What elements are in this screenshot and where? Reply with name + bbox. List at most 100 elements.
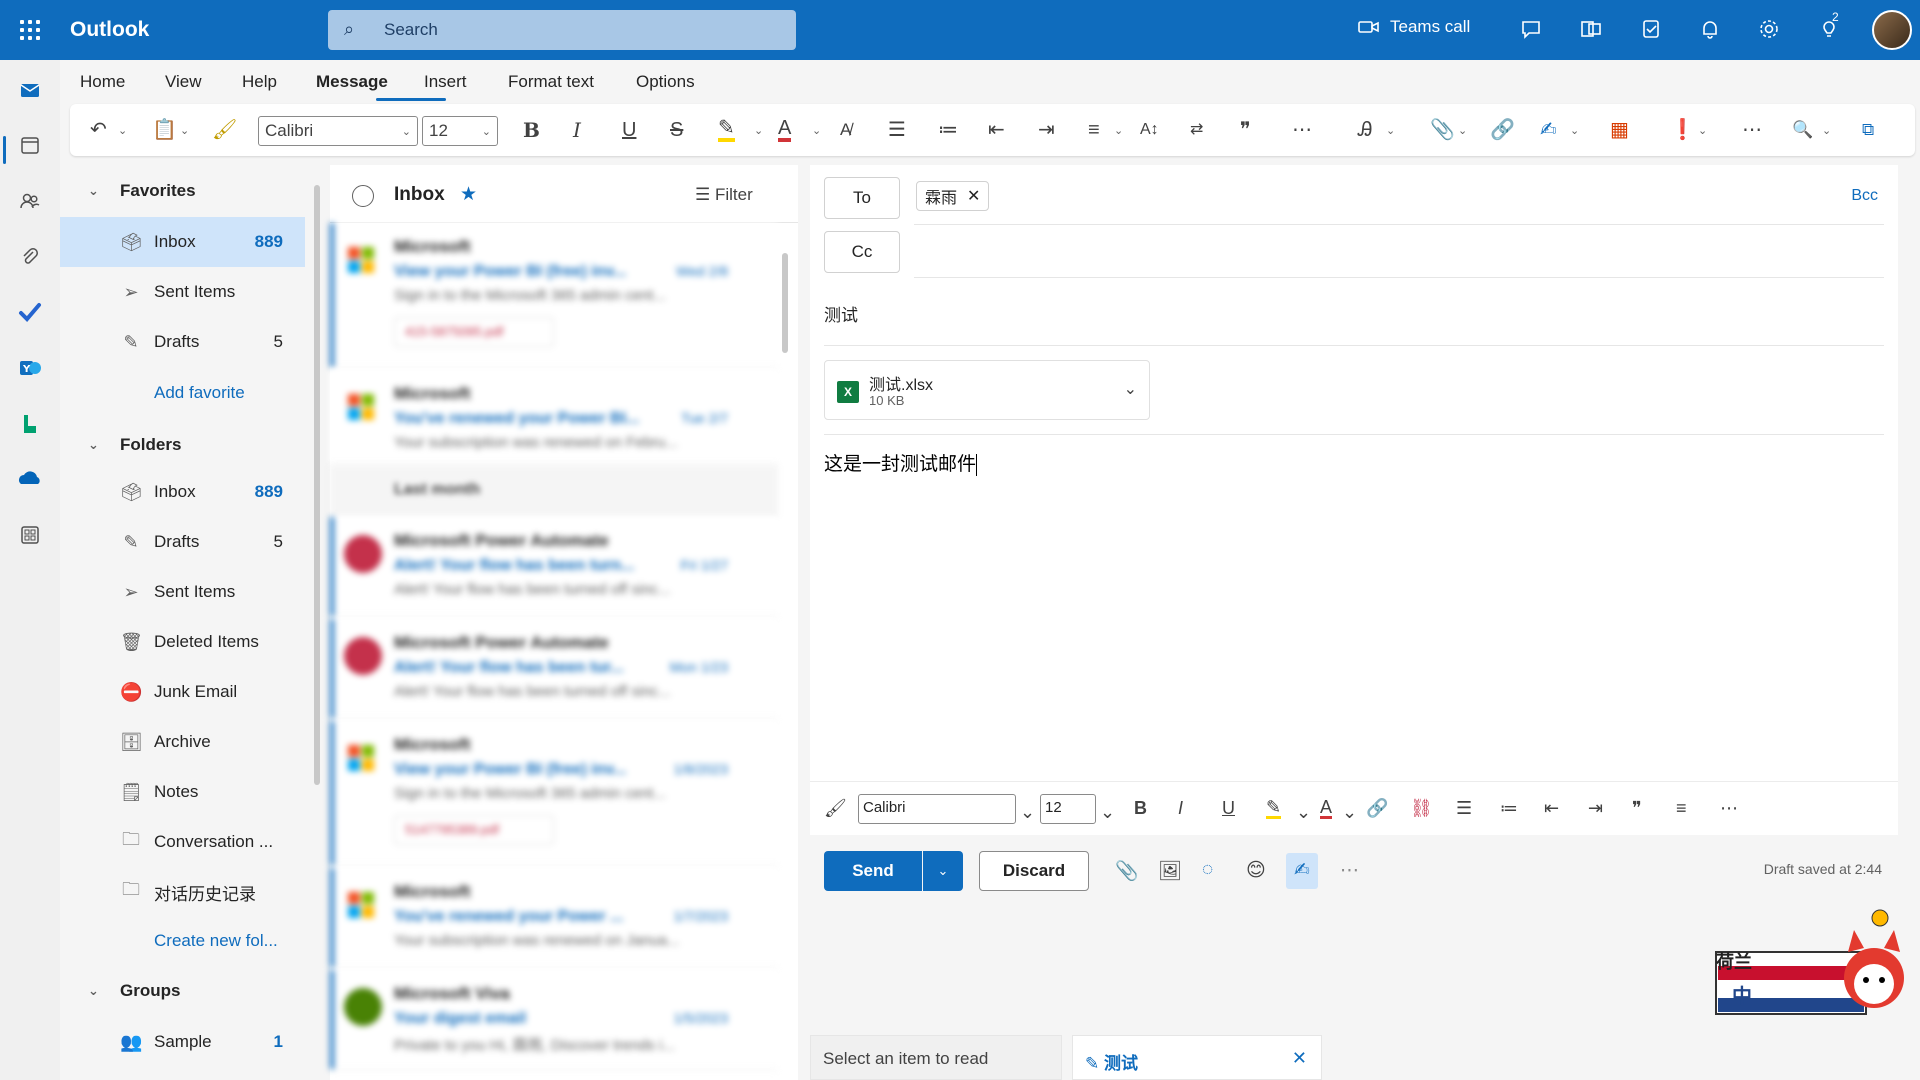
loop-component-icon[interactable]: ◌	[1202, 859, 1213, 881]
attach-dropdown-icon[interactable]: ⌄	[1458, 119, 1467, 143]
send-options-chevron-icon[interactable]: ⌄	[923, 851, 963, 891]
todo-check-icon[interactable]	[16, 300, 44, 328]
message-body[interactable]: 这是一封测试邮件	[824, 449, 978, 476]
chevron-down-icon[interactable]: ⌄	[1342, 802, 1357, 823]
yammer-icon[interactable]: Y	[16, 356, 44, 384]
remove-recipient-icon[interactable]: ✕	[967, 186, 980, 206]
folder-deleted-items[interactable]: 🗑 Deleted Items	[60, 617, 305, 667]
tab-insert[interactable]: Insert	[424, 72, 467, 92]
cc-button[interactable]: Cc	[824, 231, 900, 273]
select-all-checkbox[interactable]	[352, 185, 374, 207]
app-title[interactable]: Outlook	[70, 18, 149, 42]
more-formatting-icon[interactable]: ⋯	[1292, 118, 1312, 142]
favorite-drafts[interactable]: ✎ Drafts 5	[60, 317, 305, 367]
mascot-widget[interactable]: 荷兰 中	[1714, 908, 1910, 1028]
align-icon[interactable]: ≡	[1088, 118, 1100, 142]
paste-clipboard-icon[interactable]: 📋	[152, 118, 177, 142]
teams-call-button[interactable]: Teams call	[1358, 17, 1470, 37]
filter-button[interactable]: ☰ Filter	[695, 185, 753, 205]
favorites-header[interactable]: ⌄ Favorites	[60, 167, 305, 215]
onedrive-cloud-icon[interactable]	[16, 468, 44, 496]
favorite-sent-items[interactable]: ➢ Sent Items	[60, 267, 305, 317]
close-icon[interactable]: ✕	[1292, 1048, 1307, 1069]
rtl-text-icon[interactable]: ⇄	[1190, 118, 1203, 142]
favorite-inbox[interactable]: 🗳 Inbox 889	[60, 217, 305, 267]
quote-icon[interactable]: ❞	[1632, 798, 1642, 819]
calendar-icon[interactable]	[16, 134, 44, 162]
star-icon[interactable]: ★	[460, 183, 477, 206]
signature-icon[interactable]: ✍	[1540, 118, 1557, 142]
bell-icon[interactable]	[1697, 18, 1723, 44]
more-options-icon[interactable]: ⋯	[1742, 118, 1762, 142]
folder-conversation-history[interactable]: 🗀 Conversation ...	[60, 817, 305, 867]
list-item[interactable]: Microsoft Power Automate Alert! Your flo…	[330, 619, 778, 719]
undo-dropdown-icon[interactable]: ⌄	[118, 119, 127, 143]
underline-icon[interactable]: U	[622, 118, 636, 142]
font-size-input[interactable]: 12	[1040, 794, 1096, 824]
ltr-text-icon[interactable]: A↕	[1140, 118, 1159, 142]
folder-junk-email[interactable]: ⛔ Junk Email	[60, 667, 305, 717]
more-apps-icon[interactable]	[16, 524, 44, 552]
more-options-icon[interactable]: ⋯	[1340, 859, 1359, 882]
tab-home[interactable]: Home	[80, 72, 125, 92]
groups-header[interactable]: ⌄ Groups	[60, 967, 305, 1015]
decrease-indent-icon[interactable]: ⇤	[988, 118, 1005, 142]
increase-indent-icon[interactable]: ⇥	[1038, 118, 1055, 142]
font-family-select[interactable]: Calibri ⌄	[258, 116, 418, 146]
insert-picture-icon[interactable]: 🖼	[1158, 859, 1182, 883]
list-item[interactable]: Microsoft Viva Your digest email 1/5/202…	[330, 970, 778, 1070]
decrease-indent-icon[interactable]: ⇤	[1544, 798, 1559, 819]
bold-icon[interactable]: B	[1134, 798, 1147, 819]
chat-bubble-icon[interactable]	[1518, 18, 1544, 44]
list-item[interactable]: Microsoft You've renewed your Power BI..…	[330, 370, 778, 465]
add-favorite-link[interactable]: Add favorite	[154, 383, 245, 403]
send-button[interactable]: Send	[824, 851, 922, 891]
list-item[interactable]: Microsoft Power Automate Alert! Your flo…	[330, 517, 778, 617]
highlight-icon[interactable]: ✎	[1266, 798, 1282, 819]
chevron-down-icon[interactable]: ⌄	[1124, 379, 1137, 399]
list-item[interactable]: Microsoft View your Power BI (free) inv.…	[330, 721, 778, 866]
bold-icon[interactable]: B	[523, 118, 540, 142]
list-item[interactable]: Microsoft You've renewed your Power ... …	[330, 868, 778, 968]
link-icon[interactable]: 🔗	[1366, 798, 1388, 819]
font-color-icon[interactable]: A	[1320, 798, 1333, 819]
to-button[interactable]: To	[824, 177, 900, 219]
folder-archive[interactable]: 🗄 Archive	[60, 717, 305, 767]
folder-sent-items[interactable]: ➢ Sent Items	[60, 567, 305, 617]
zoom-dropdown-icon[interactable]: ⌄	[1822, 119, 1831, 143]
tab-message[interactable]: Message	[316, 72, 388, 92]
tab-options[interactable]: Options	[636, 72, 695, 92]
remove-link-icon[interactable]: ⛓	[1410, 798, 1433, 819]
styles-icon[interactable]: Ꭿ	[1358, 118, 1372, 142]
format-painter-icon[interactable]: 🖌	[824, 798, 847, 819]
outlook-app-icon[interactable]	[1578, 18, 1604, 44]
bookings-icon[interactable]	[16, 412, 44, 440]
pop-out-icon[interactable]: ⧉	[1862, 118, 1874, 142]
highlight-dropdown-icon[interactable]: ⌄	[754, 119, 763, 143]
chevron-down-icon[interactable]: ⌄	[1296, 802, 1311, 823]
font-size-select[interactable]: 12 ⌄	[422, 116, 498, 146]
font-color-dropdown-icon[interactable]: ⌄	[812, 119, 821, 143]
zoom-icon[interactable]: 🔍	[1792, 118, 1813, 142]
chevron-down-icon[interactable]: ⌄	[1020, 802, 1035, 823]
folder-notes[interactable]: 🗒 Notes	[60, 767, 305, 817]
align-icon[interactable]: ≡	[1676, 798, 1687, 819]
notes-todo-icon[interactable]	[1638, 18, 1664, 44]
bullets-icon[interactable]: ☰	[888, 118, 906, 142]
emoji-icon[interactable]: 😊	[1246, 859, 1266, 882]
numbering-icon[interactable]: ≔	[938, 118, 958, 142]
people-icon[interactable]	[16, 190, 44, 218]
bullets-icon[interactable]: ☰	[1456, 798, 1472, 819]
editor-icon[interactable]: ✍	[1286, 853, 1318, 889]
tab-reading-pane[interactable]: Select an item to read	[810, 1035, 1062, 1080]
styles-dropdown-icon[interactable]: ⌄	[1386, 119, 1395, 143]
subject-field[interactable]: 测试	[824, 301, 858, 326]
list-item[interactable]: Microsoft View your Power BI (free) inv.…	[330, 223, 778, 368]
folder-scrollbar[interactable]	[314, 185, 320, 785]
tab-view[interactable]: View	[165, 72, 202, 92]
bcc-button[interactable]: Bcc	[1851, 187, 1878, 205]
underline-icon[interactable]: U	[1222, 798, 1235, 819]
quote-icon[interactable]: ❞	[1240, 118, 1251, 142]
search-box[interactable]: ⌕	[328, 10, 796, 50]
strikethrough-icon[interactable]: S	[670, 118, 683, 142]
